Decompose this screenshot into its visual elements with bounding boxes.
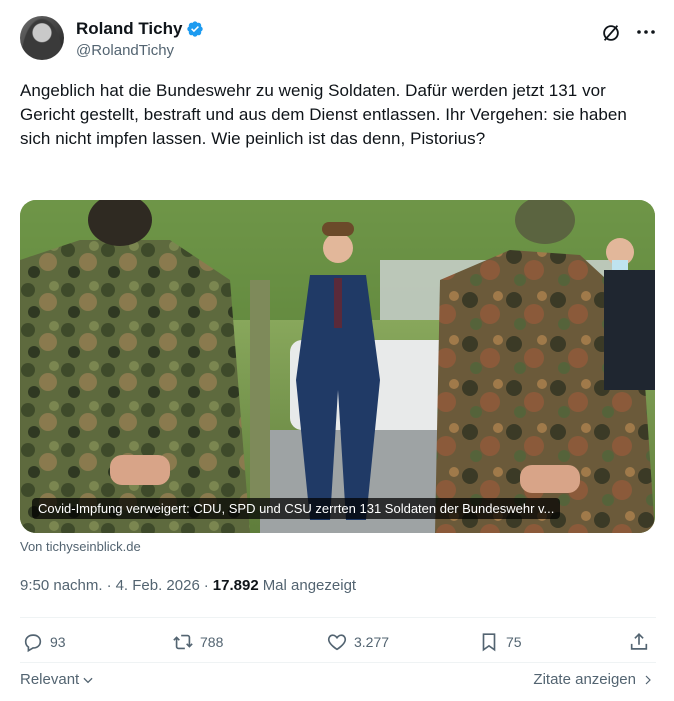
more-icon[interactable] [634, 20, 658, 44]
divider [20, 662, 656, 663]
sort-dropdown[interactable]: Relevant [20, 671, 95, 688]
share-icon [630, 633, 648, 650]
meta-separator: · [203, 577, 209, 594]
like-icon [327, 634, 347, 651]
link-card-source[interactable]: Von tichyseinblick.de [20, 539, 141, 554]
link-card-image [20, 200, 655, 533]
views-count: 17.892 [212, 577, 259, 594]
tweet-header: Roland Tichy @RolandTichy [20, 16, 660, 64]
repost-button[interactable]: 788 [172, 631, 223, 653]
views-label: Mal angezeigt [262, 577, 357, 594]
view-quotes-link[interactable]: Zitate anzeigen [533, 671, 654, 688]
replies-footer: Relevant Zitate anzeigen [20, 671, 656, 691]
grok-icon[interactable] [600, 22, 622, 44]
action-bar: 93 788 3.277 75 [20, 631, 656, 659]
verified-badge-icon [187, 21, 204, 37]
reply-icon [24, 634, 42, 653]
reply-count: 93 [50, 634, 66, 650]
tweet-text: Angeblich hat die Bundeswehr zu wenig So… [20, 81, 627, 148]
chevron-right-icon [645, 675, 651, 684]
link-card-title: Covid-Impfung verweigert: CDU, SPD und C… [32, 498, 561, 519]
tweet-date[interactable]: 4. Feb. 2026 [116, 577, 200, 594]
author-avatar[interactable] [20, 16, 64, 60]
repost-icon [173, 634, 193, 650]
sort-label: Relevant [20, 671, 80, 688]
tweet-time[interactable]: 9:50 nachm. [20, 577, 103, 594]
quotes-label: Zitate anzeigen [533, 671, 636, 688]
divider [20, 617, 656, 618]
author-display-name[interactable]: Roland Tichy [76, 19, 182, 39]
like-count: 3.277 [354, 634, 390, 650]
tweet-meta: 9:50 nachm. · 4. Feb. 2026 · 17.892 Mal … [20, 577, 356, 594]
meta-separator: · [106, 577, 112, 594]
repost-count: 788 [200, 634, 224, 650]
reply-button[interactable]: 93 [22, 631, 66, 653]
chevron-down-icon [83, 677, 93, 683]
share-button[interactable] [628, 631, 650, 653]
author-handle[interactable]: @RolandTichy [76, 42, 174, 59]
like-button[interactable]: 3.277 [326, 631, 389, 653]
link-card[interactable]: Covid-Impfung verweigert: CDU, SPD und C… [20, 200, 655, 533]
bookmark-icon [482, 633, 496, 652]
bookmark-count: 75 [506, 634, 522, 650]
bookmark-button[interactable]: 75 [478, 631, 522, 653]
author-name-row: Roland Tichy [76, 19, 204, 39]
